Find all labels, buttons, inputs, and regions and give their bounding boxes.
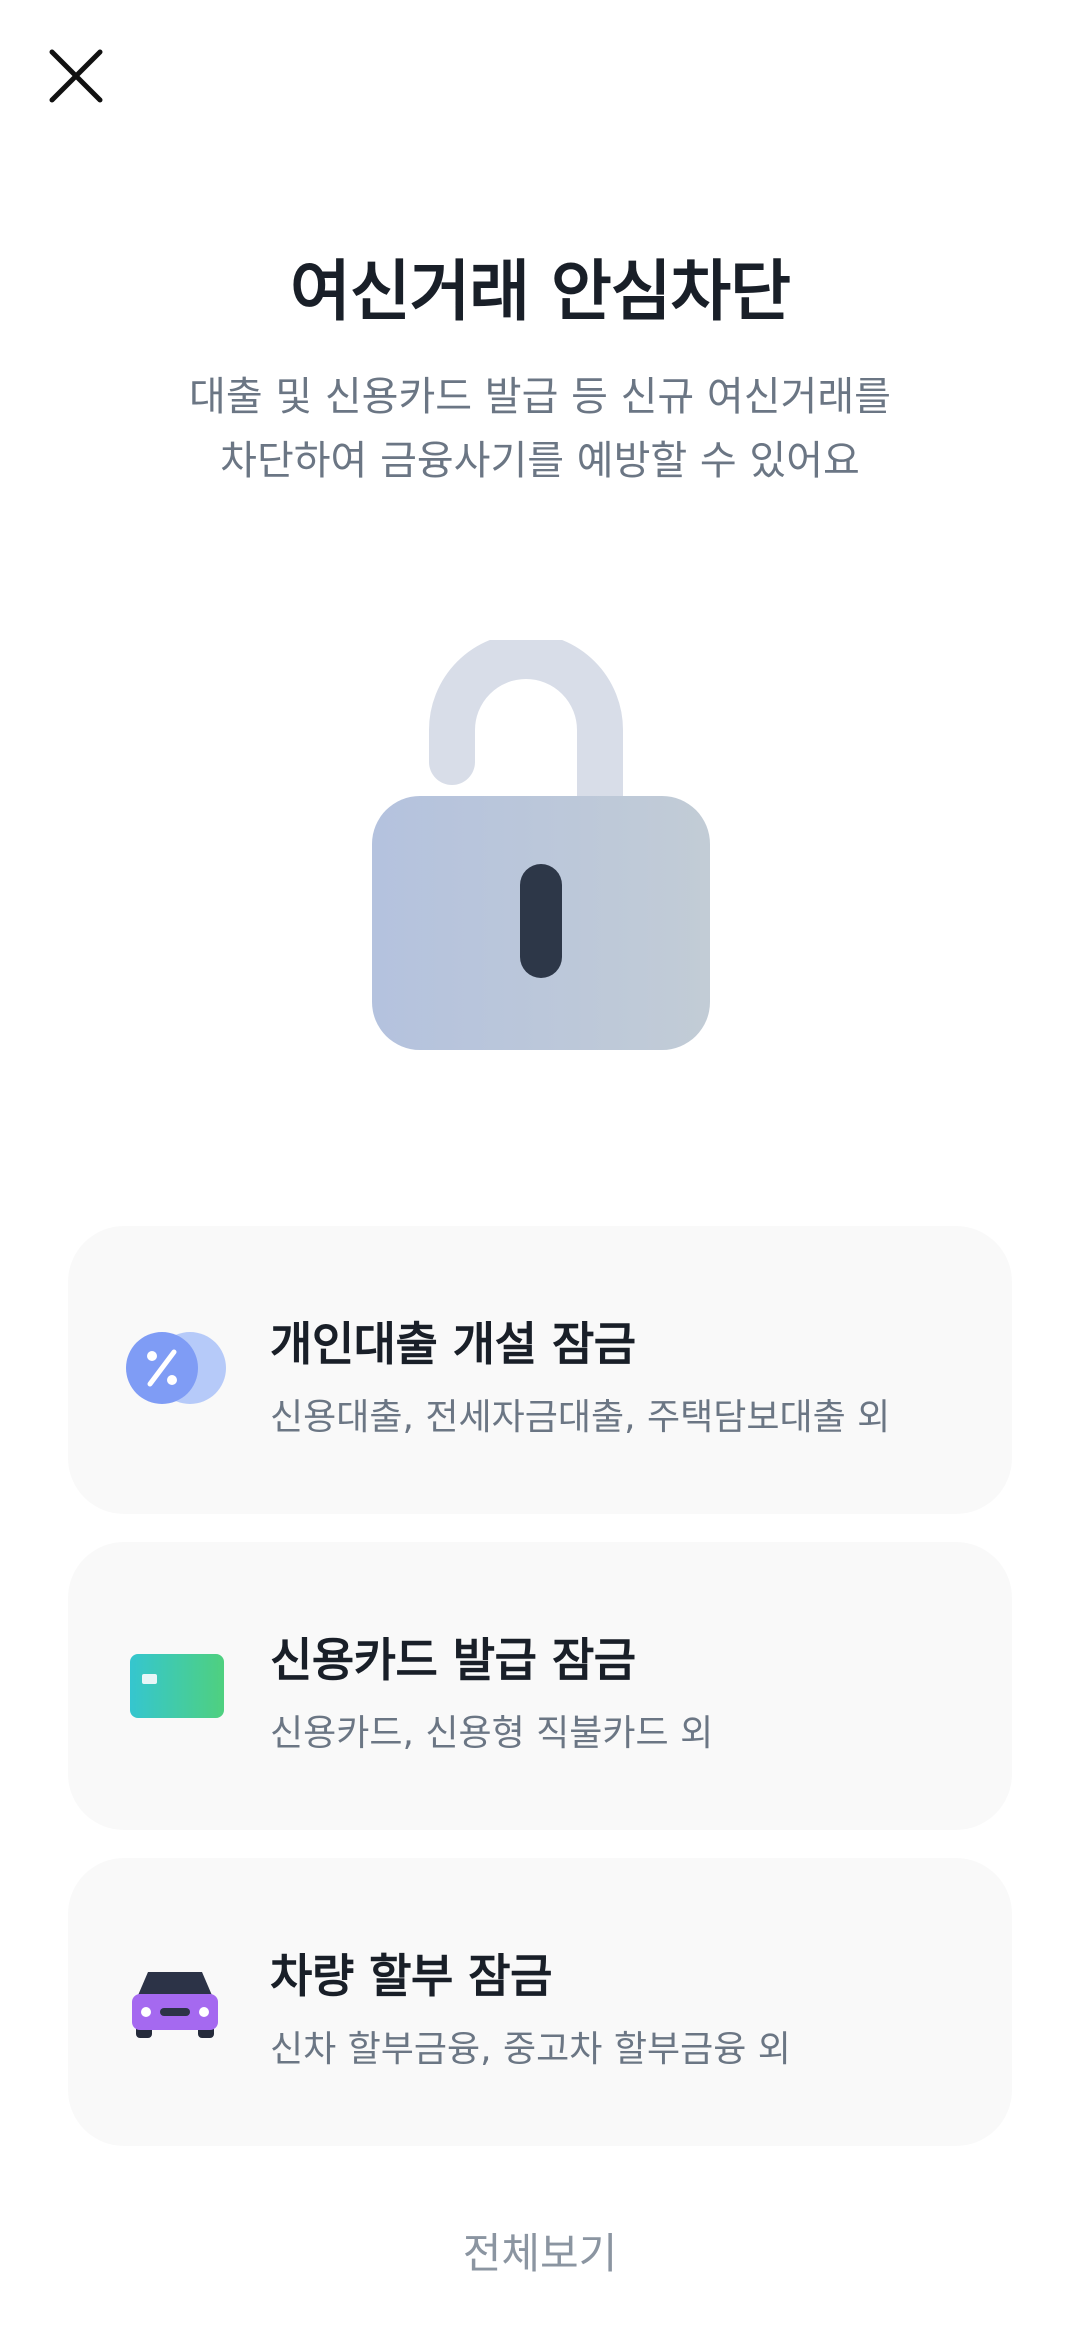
subtitle-line-1: 대출 및 신용카드 발급 등 신규 여신거래를 [189, 374, 891, 420]
lock-options-list: 개인대출 개설 잠금 신용대출, 전세자금대출, 주택담보대출 외 신용카드 발… [68, 1226, 1012, 2174]
credit-card-icon [126, 1646, 226, 1726]
lock-service-screen: 여신거래 안심차단 대출 및 신용카드 발급 등 신규 여신거래를 차단하여 금… [0, 0, 1080, 2339]
card-title: 개인대출 개설 잠금 [270, 1317, 636, 1371]
car-icon [126, 1962, 226, 2042]
card-description: 신용카드, 신용형 직불카드 외 [270, 1713, 714, 1754]
close-button[interactable] [40, 40, 112, 112]
loan-lock-card[interactable]: 개인대출 개설 잠금 신용대출, 전세자금대출, 주택담보대출 외 [68, 1226, 1012, 1514]
card-description: 신용대출, 전세자금대출, 주택담보대출 외 [270, 1397, 891, 1438]
loan-percent-icon [126, 1330, 226, 1410]
view-all-link[interactable]: 전체보기 [0, 2220, 1080, 2281]
page-title: 여신거래 안심차단 [290, 253, 791, 330]
page-subtitle: 대출 및 신용카드 발급 등 신규 여신거래를 차단하여 금융사기를 예방할 수… [0, 365, 1080, 493]
open-padlock-icon [372, 633, 710, 1050]
subtitle-line-2: 차단하여 금융사기를 예방할 수 있어요 [220, 438, 860, 484]
card-title: 신용카드 발급 잠금 [270, 1633, 636, 1687]
close-icon [49, 49, 103, 103]
card-description: 신차 할부금융, 중고차 할부금융 외 [270, 2029, 791, 2070]
credit-card-lock-card[interactable]: 신용카드 발급 잠금 신용카드, 신용형 직불카드 외 [68, 1542, 1012, 1830]
hero-illustration [360, 633, 720, 1060]
car-installment-lock-card[interactable]: 차량 할부 잠금 신차 할부금융, 중고차 할부금융 외 [68, 1858, 1012, 2146]
card-title: 차량 할부 잠금 [270, 1949, 552, 2003]
